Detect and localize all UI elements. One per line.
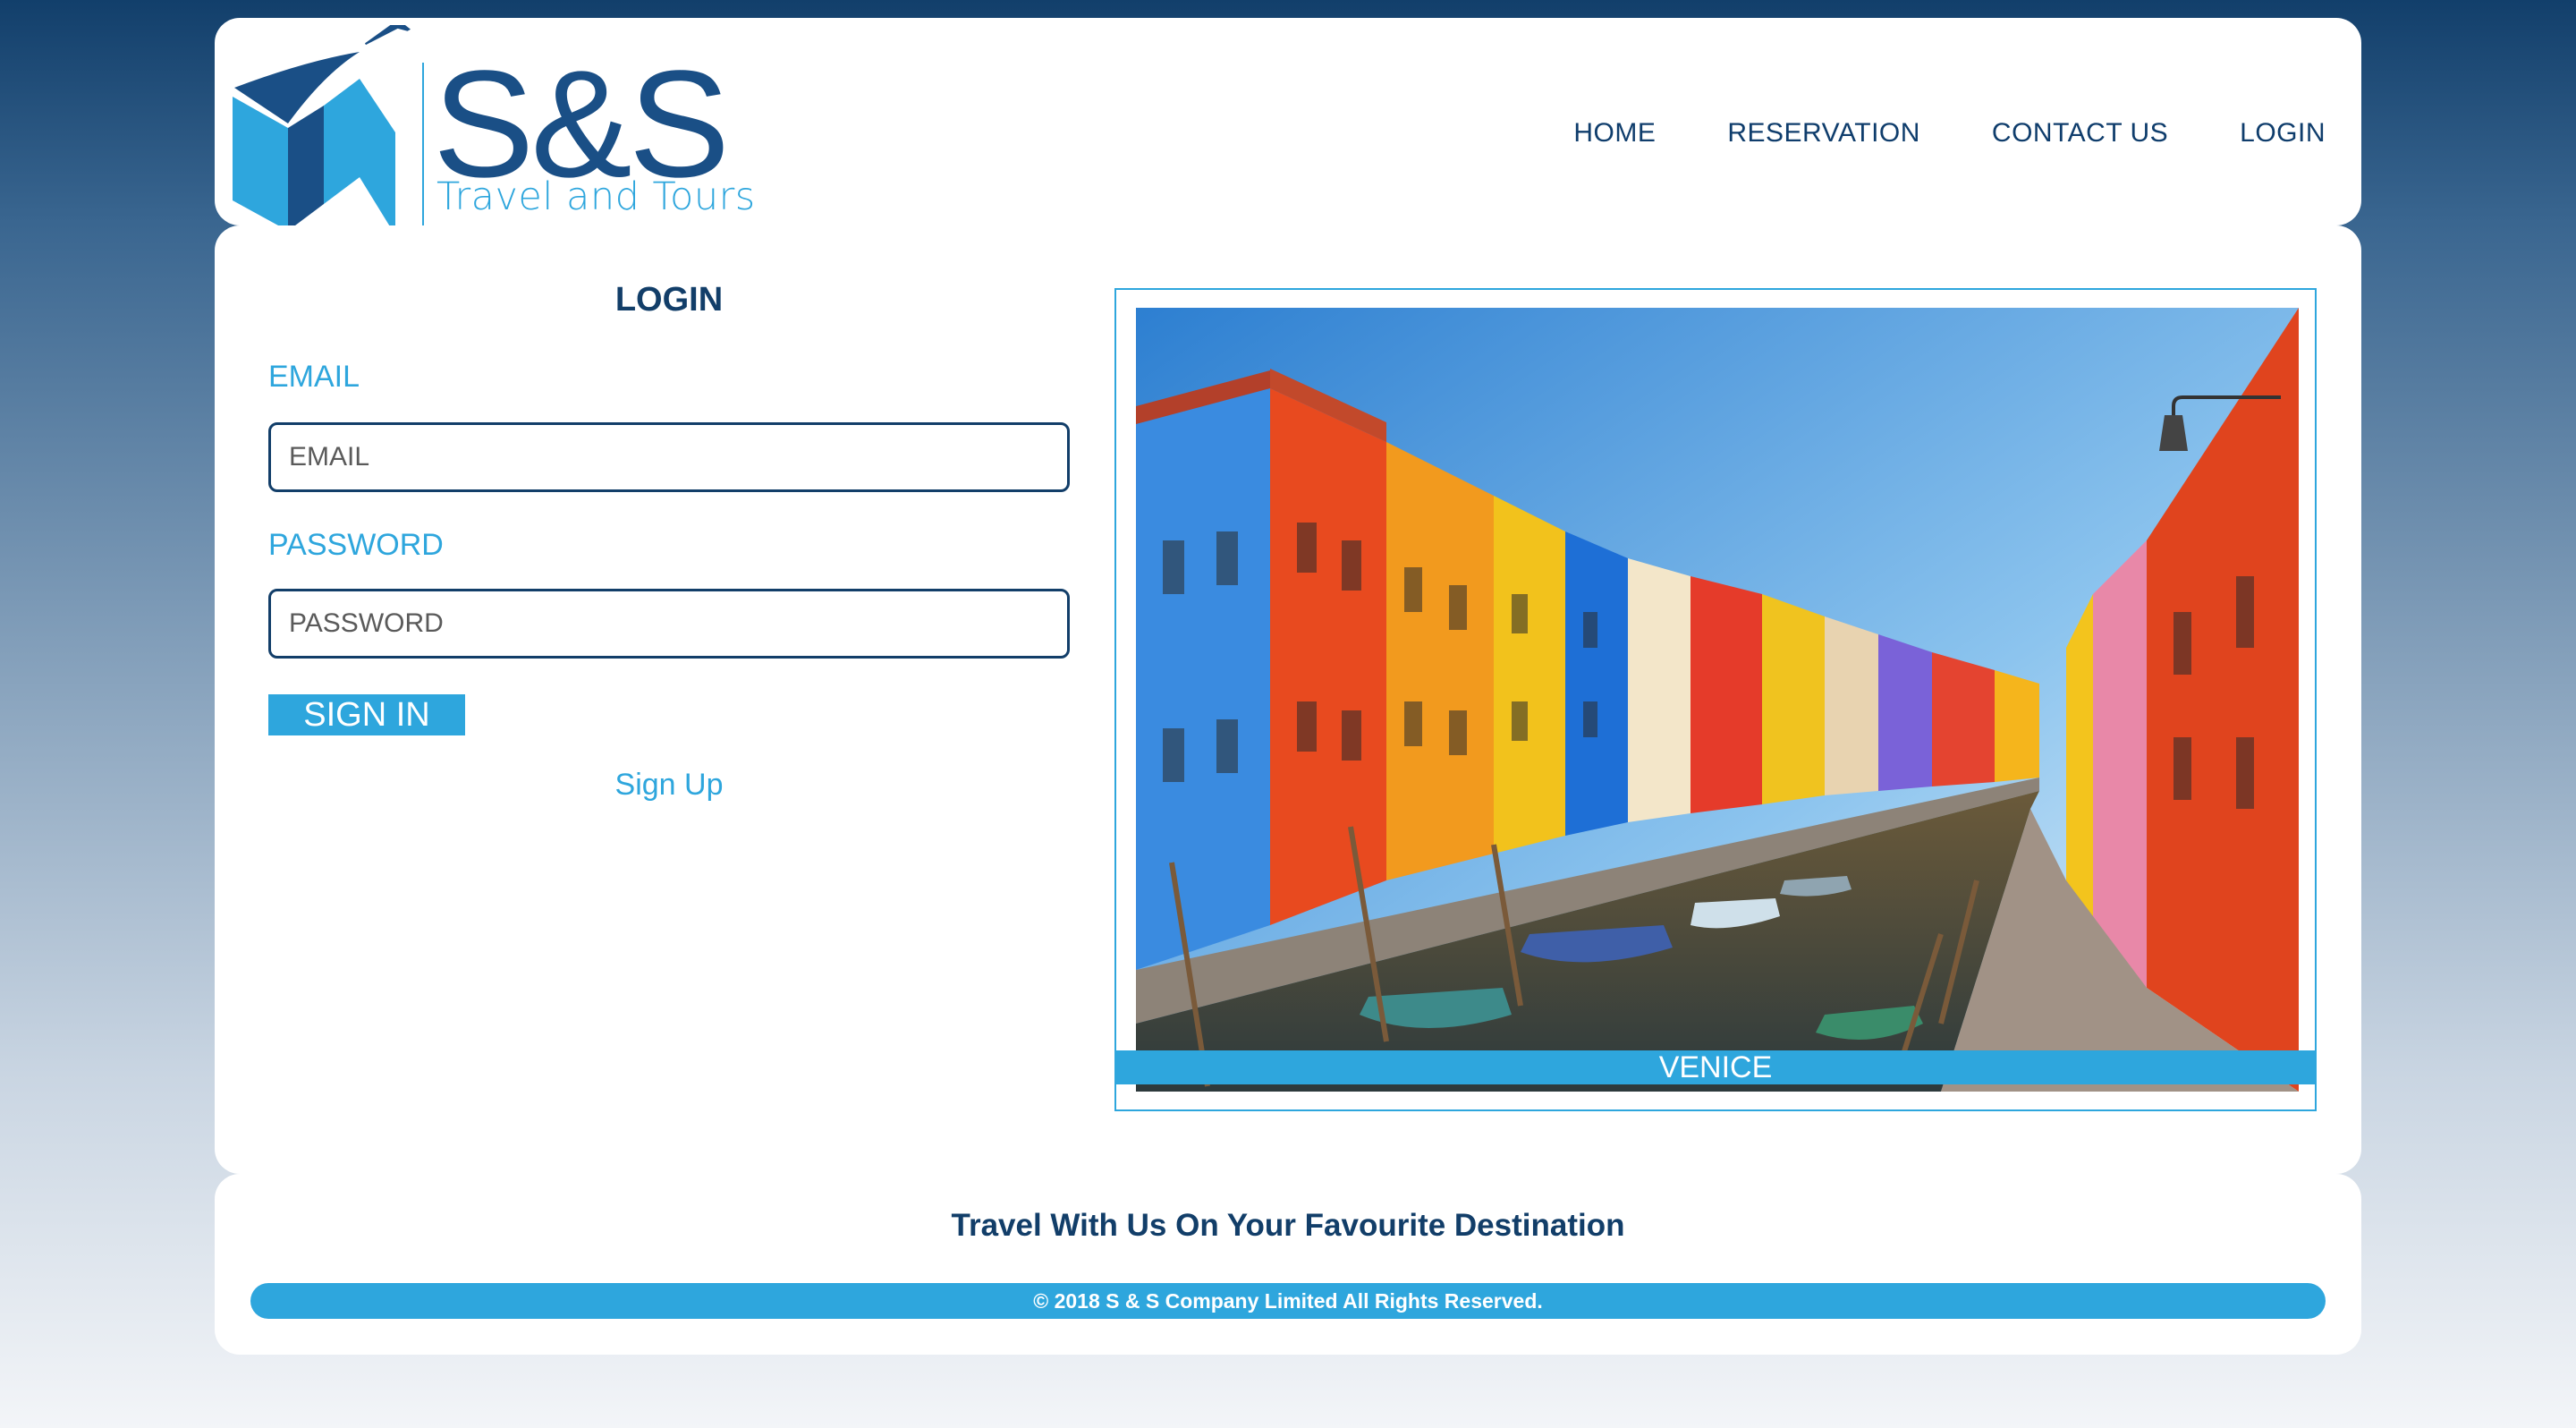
nav-login[interactable]: LOGIN (2240, 118, 2326, 149)
photo-caption: VENICE (1116, 1050, 2315, 1084)
site-header: S&S Travel and Tours HOME RESERVATION CO… (215, 18, 2361, 235)
main-content: LOGIN EMAIL PASSWORD SIGN IN Sign Up (215, 225, 2361, 1174)
nav-contact-us[interactable]: CONTACT US (1992, 118, 2168, 149)
nav-home[interactable]: HOME (1573, 118, 1656, 149)
password-label: PASSWORD (268, 528, 444, 562)
destination-photo-frame: VENICE (1114, 288, 2317, 1111)
email-label: EMAIL (268, 360, 360, 394)
footer-tagline: Travel With Us On Your Favourite Destina… (951, 1208, 1625, 1243)
sign-in-button[interactable]: SIGN IN (268, 694, 465, 735)
login-title: LOGIN (614, 281, 724, 319)
sign-up-link[interactable]: Sign Up (268, 768, 1070, 803)
logo-divider (422, 63, 424, 233)
main-nav: HOME RESERVATION CONTACT US LOGIN (1573, 118, 2326, 149)
password-field[interactable] (268, 589, 1070, 659)
company-logo[interactable]: S&S Travel and Tours (225, 25, 780, 236)
logo-subtitle: Travel and Tours (436, 174, 756, 219)
site-footer: Travel With Us On Your Favourite Destina… (215, 1174, 2361, 1355)
logo-emblem-icon (233, 25, 413, 235)
copyright-bar: © 2018 S & S Company Limited All Rights … (250, 1283, 2326, 1319)
venice-photo (1136, 308, 2299, 1092)
email-field[interactable] (268, 422, 1070, 492)
nav-reservation[interactable]: RESERVATION (1727, 118, 1920, 149)
